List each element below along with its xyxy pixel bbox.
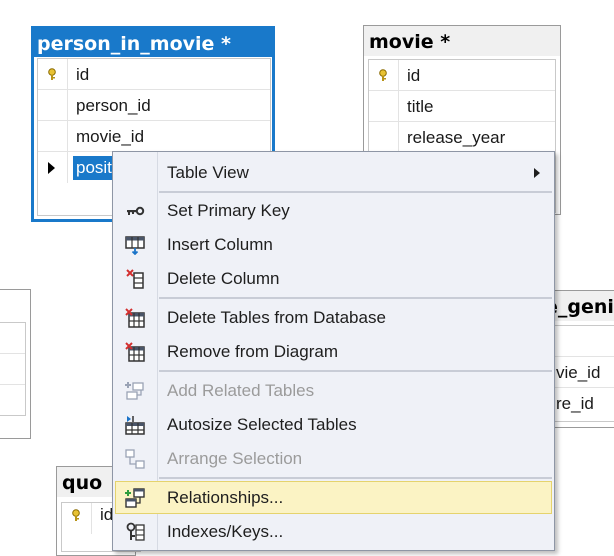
column-row-id[interactable]: id — [38, 59, 270, 90]
column-row[interactable] — [0, 385, 25, 416]
column-name: re_id — [556, 394, 594, 413]
row-selector[interactable] — [369, 60, 399, 90]
column-row-title[interactable]: title — [369, 91, 555, 122]
menu-item-label: Remove from Diagram — [167, 342, 338, 361]
column-name-editing[interactable]: posit — [73, 156, 115, 180]
menu-separator — [159, 191, 552, 193]
menu-item-remove-from-diagram[interactable]: Remove from Diagram — [115, 335, 552, 368]
menu-item-label: Insert Column — [167, 235, 273, 254]
column-name: release_year — [407, 128, 506, 147]
menu-item-delete-column[interactable]: Delete Column — [115, 262, 552, 295]
primary-key-icon — [72, 509, 80, 521]
menu-item-label: Table View — [167, 163, 249, 182]
delete-tables-icon — [125, 308, 145, 328]
column-name: person_id — [76, 96, 151, 115]
menu-separator — [159, 477, 552, 479]
column-row-release-year[interactable]: release_year — [369, 122, 555, 153]
insert-column-icon — [125, 236, 145, 255]
column-row[interactable] — [0, 323, 25, 354]
menu-item-insert-column[interactable]: Insert Column — [115, 228, 552, 261]
column-name: movie_id — [76, 127, 145, 146]
context-menu: Table View Set Primary Key Insert Column — [112, 151, 555, 551]
menu-item-table-view[interactable]: Table View — [115, 156, 552, 189]
menu-item-set-primary-key[interactable]: Set Primary Key — [115, 194, 552, 227]
column-name: vie_id — [556, 363, 601, 382]
remove-from-diagram-icon — [125, 342, 145, 362]
menu-item-label: Relationships... — [167, 488, 284, 507]
menu-item-label: Set Primary Key — [167, 201, 290, 220]
column-name: id — [407, 66, 421, 85]
arrange-selection-icon — [125, 449, 145, 469]
left-partial-grid — [0, 322, 26, 416]
current-row-arrow-icon — [48, 162, 55, 174]
menu-item-indexes-keys[interactable]: Indexes/Keys... — [115, 515, 552, 548]
menu-item-label: Arrange Selection — [167, 449, 303, 468]
row-selector[interactable] — [369, 91, 399, 121]
left-partial-table[interactable] — [0, 289, 31, 439]
menu-separator — [159, 297, 552, 299]
primary-key-icon — [379, 69, 387, 81]
row-selector[interactable] — [38, 121, 68, 151]
row-selector[interactable] — [62, 503, 92, 534]
primary-key-icon — [127, 206, 145, 216]
add-related-tables-icon — [125, 382, 144, 400]
menu-item-label: Delete Column — [167, 269, 280, 288]
delete-column-icon — [126, 269, 144, 289]
menu-item-relationships[interactable]: Relationships... — [115, 481, 552, 514]
menu-item-label: Indexes/Keys... — [167, 522, 284, 541]
row-selector[interactable] — [369, 122, 399, 153]
menu-item-label: Autosize Selected Tables — [167, 415, 357, 434]
movie-table-title[interactable]: movie * — [364, 26, 560, 56]
menu-item-arrange-selection[interactable]: Arrange Selection — [115, 442, 552, 475]
submenu-arrow-icon — [534, 168, 540, 178]
menu-item-label: Delete Tables from Database — [167, 308, 386, 327]
autosize-tables-icon — [125, 416, 145, 435]
indexes-keys-icon — [126, 522, 145, 541]
relationships-icon — [125, 488, 145, 508]
row-selector[interactable] — [38, 152, 68, 183]
menu-item-autosize-selected-tables[interactable]: Autosize Selected Tables — [115, 408, 552, 441]
person-in-movie-table-title[interactable]: person_in_movie * — [34, 29, 272, 57]
column-row[interactable] — [0, 354, 25, 385]
menu-item-add-related-tables[interactable]: Add Related Tables — [115, 374, 552, 407]
menu-separator — [159, 370, 552, 372]
menu-item-delete-tables-from-database[interactable]: Delete Tables from Database — [115, 301, 552, 334]
column-name: id — [76, 65, 90, 84]
menu-item-label: Add Related Tables — [167, 381, 315, 400]
column-row-id[interactable]: id — [369, 60, 555, 91]
column-name: title — [407, 97, 434, 116]
column-row-person-id[interactable]: person_id — [38, 90, 270, 121]
row-selector[interactable] — [38, 59, 68, 89]
row-selector[interactable] — [38, 90, 68, 120]
column-row-movie-id[interactable]: movie_id — [38, 121, 270, 152]
primary-key-icon — [48, 68, 56, 80]
